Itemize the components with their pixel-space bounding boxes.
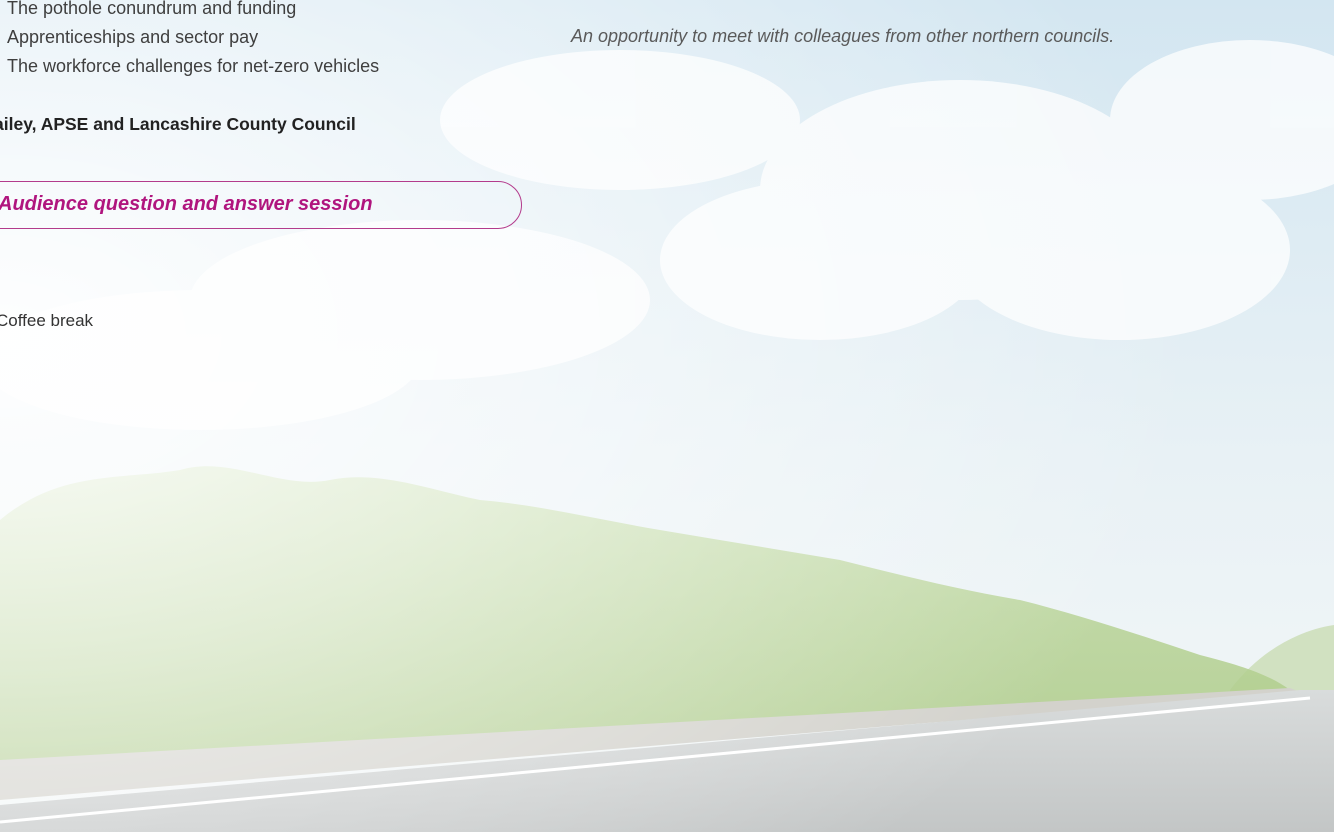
list-item: The pothole conundrum and funding [7,0,297,18]
speakers-line: ailey, APSE and Lancashire County Counci… [0,114,356,134]
agenda-topic-list: The pothole conundrum and funding Appren… [0,0,379,81]
coffee-break-label: Coffee break [0,311,94,330]
qa-session-label: Audience question and answer session [0,193,373,215]
page-content: The pothole conundrum and funding Appren… [0,0,1334,832]
list-item: The workforce challenges for net-zero ve… [7,56,380,76]
list-item: Apprenticeships and sector pay [7,27,259,47]
qa-session-banner: Audience question and answer session [0,181,522,229]
networking-note: An opportunity to meet with colleagues f… [571,26,1115,46]
